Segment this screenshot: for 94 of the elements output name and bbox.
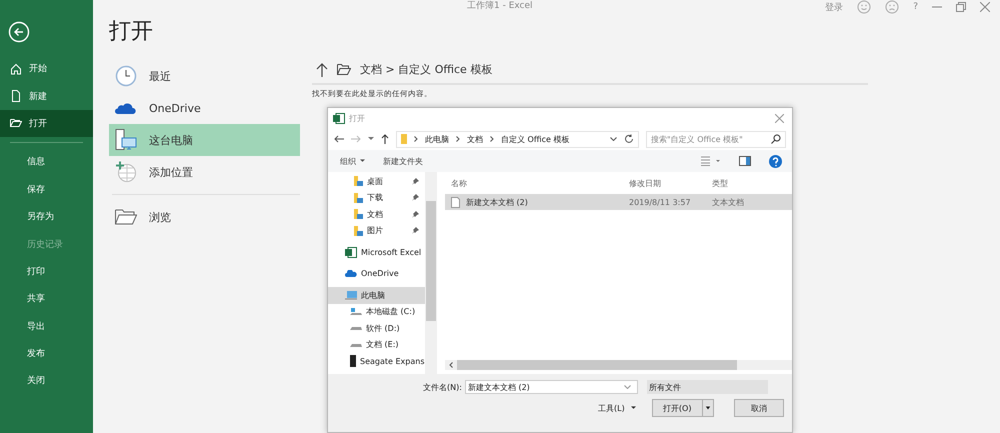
up-arrow-icon[interactable] [381, 134, 389, 144]
chevron-icon [490, 136, 494, 142]
window-title: 工作簿1 - Excel [467, 0, 533, 12]
nav-item[interactable]: 图片 [328, 222, 425, 239]
drive-icon [350, 326, 362, 330]
nav-item[interactable]: Seagate Expans [328, 353, 425, 370]
breadcrumb[interactable]: 文档 [467, 134, 483, 144]
up-arrow-icon[interactable] [316, 62, 328, 76]
sidebar-item[interactable]: 新建 [0, 82, 93, 110]
file-row[interactable]: 新建文本文档 (2) 2019/8/11 3:57 文本文档 [445, 194, 792, 210]
location-item[interactable]: 添加位置 [109, 156, 300, 188]
browse-item[interactable]: 浏览 [109, 201, 300, 233]
dialog-title: 打开 [349, 112, 365, 124]
dropdown-icon [624, 385, 631, 389]
preview-pane-icon[interactable] [739, 156, 751, 166]
sidebar-item[interactable]: 打印 [0, 258, 93, 286]
text-file-icon [451, 196, 460, 208]
computer-icon [115, 129, 137, 151]
organize-menu[interactable]: 组织 [340, 156, 365, 166]
sidebar-item[interactable]: 关闭 [0, 367, 93, 395]
breadcrumb[interactable]: 自定义 Office 模板 [501, 134, 570, 144]
breadcrumb[interactable]: 此电脑 [425, 134, 449, 144]
cloud-icon [345, 270, 357, 278]
document-icon [10, 90, 22, 102]
refresh-icon[interactable] [624, 134, 634, 144]
location-item[interactable]: 这台电脑 [109, 124, 300, 156]
home-icon [10, 62, 22, 75]
clock-icon [115, 65, 137, 87]
sidebar-item[interactable]: 导出 [0, 312, 93, 340]
excel-icon [333, 112, 345, 124]
file-type-dropdown[interactable]: 所有文件 [646, 380, 768, 394]
cancel-button[interactable]: 取消 [734, 399, 784, 417]
caret-icon [630, 406, 636, 410]
help-icon[interactable] [769, 154, 782, 168]
file-date: 2019/8/11 3:57 [628, 198, 692, 206]
column-header[interactable]: 修改日期 [623, 178, 705, 188]
back-icon[interactable] [8, 21, 30, 43]
sidebar-item[interactable]: 打开 [0, 110, 93, 138]
close-icon[interactable] [980, 2, 990, 12]
address-bar[interactable]: 此电脑 文档 自定义 Office 模板 [396, 130, 639, 148]
globe-add-icon [115, 161, 137, 183]
folder-icon [354, 176, 363, 186]
location-item[interactable]: OneDrive [109, 92, 300, 124]
scrollbar[interactable] [425, 172, 437, 374]
nav-item[interactable]: 此电脑 [328, 287, 425, 304]
sidebar-item[interactable]: 另存为 [0, 202, 93, 230]
nav-item[interactable]: 本地磁盘 (C:) [328, 304, 425, 320]
chevron-icon [414, 136, 418, 142]
nav-item[interactable]: OneDrive [328, 266, 425, 282]
chevron-icon [456, 136, 460, 142]
page-title: 打开 [109, 18, 154, 46]
folder-icon [354, 209, 363, 220]
column-header[interactable]: 名称 [445, 178, 623, 188]
excel-icon [345, 246, 357, 258]
close-icon[interactable] [775, 114, 784, 122]
nav-item[interactable]: 文档 (E:) [328, 336, 425, 353]
drive-icon [350, 308, 362, 316]
nav-item[interactable]: 文档 [328, 206, 425, 222]
sidebar-item[interactable]: 共享 [0, 285, 93, 313]
scrollbar[interactable] [445, 360, 792, 370]
view-options-icon[interactable] [701, 156, 721, 166]
dropdown-icon[interactable] [610, 137, 617, 141]
computer-icon [345, 290, 357, 300]
folder-icon [10, 117, 22, 130]
nav-item[interactable]: Microsoft Excel [328, 244, 425, 260]
caret-icon [360, 159, 365, 163]
sidebar-item[interactable]: 保存 [0, 176, 93, 203]
nav-item[interactable]: 软件 (D:) [328, 320, 425, 336]
new-folder-button[interactable]: 新建文件夹 [383, 156, 423, 166]
device-icon [350, 355, 356, 368]
file-name: 新建文本文档 (2) [466, 196, 528, 208]
file-name-label: 文件名(N): [423, 382, 462, 392]
folder-icon [354, 226, 363, 236]
folder-icon [354, 192, 363, 203]
sidebar-item[interactable]: 信息 [0, 148, 93, 176]
search-icon [771, 134, 781, 144]
restore-icon[interactable] [956, 2, 966, 12]
column-header[interactable]: 类型 [705, 178, 792, 188]
location-item[interactable]: 最近 [109, 60, 300, 92]
file-type: 文本文档 [711, 196, 745, 208]
tools-menu[interactable]: 工具(L) [598, 402, 636, 414]
folder-icon [115, 209, 137, 225]
file-name-field[interactable]: 新建文本文档 (2) [464, 380, 638, 394]
nav-item[interactable]: 桌面 [328, 173, 425, 190]
sidebar-item[interactable]: 开始 [0, 55, 93, 82]
folder-path: 文档 > 自定义 Office 模板 [360, 62, 492, 77]
back-arrow-icon[interactable] [334, 135, 344, 143]
folder-icon [401, 134, 407, 144]
nav-item[interactable]: 下载 [328, 190, 425, 206]
drive-icon [350, 342, 362, 347]
cloud-icon [115, 101, 137, 115]
search-field[interactable]: 搜索"自定义 Office 模板" [646, 130, 786, 148]
sidebar-item[interactable]: 发布 [0, 340, 93, 368]
folder-icon [337, 64, 351, 75]
